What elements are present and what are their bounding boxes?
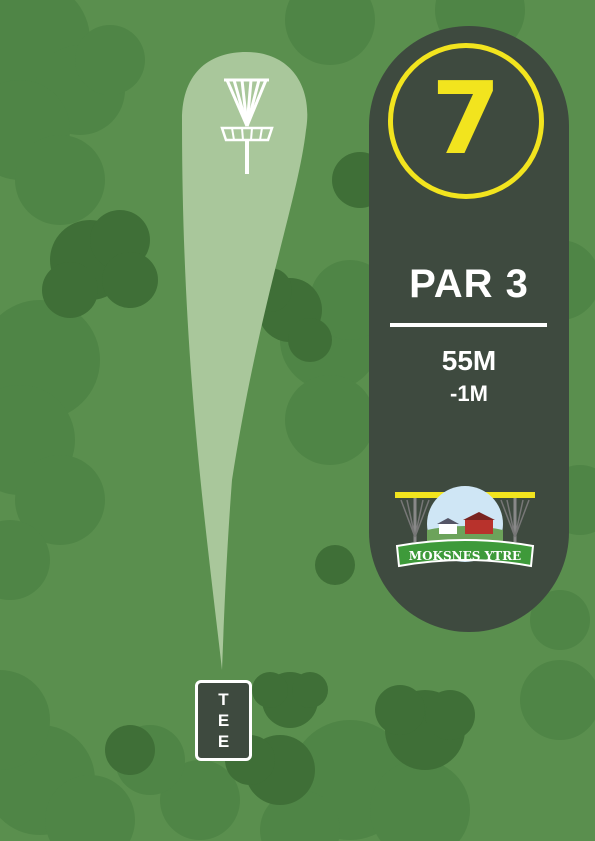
distance-primary: 55M	[441, 345, 497, 376]
hole-number-badge: 7	[388, 43, 544, 199]
tee-pad: T E E	[195, 680, 252, 761]
par-label: PAR 3	[409, 262, 529, 306]
hole-number: 7	[431, 60, 501, 177]
club-logo: MOKSNES YTRE	[395, 486, 535, 568]
divider	[390, 323, 547, 327]
logo-text: MOKSNES YTRE	[409, 549, 521, 563]
hole-card: 7 PAR 3 55M -1M MOKSNES YTRE T E E	[0, 0, 595, 841]
tee-letter: E	[217, 711, 230, 730]
distance-secondary: -1M	[450, 381, 488, 406]
tee-letter: T	[218, 690, 229, 709]
tee-letter: E	[217, 732, 230, 751]
